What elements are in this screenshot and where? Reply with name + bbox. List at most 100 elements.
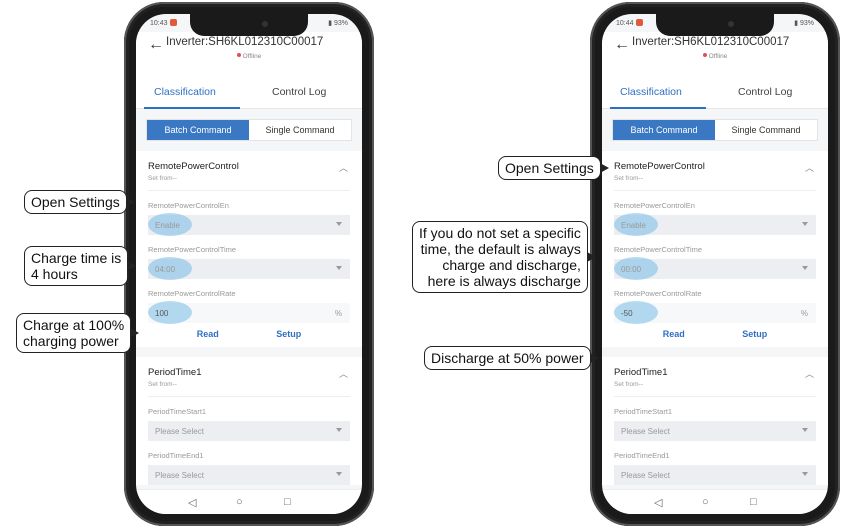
- notification-icon: [635, 19, 643, 26]
- page-title: Inverter:SH6KL012310C00017: [166, 36, 324, 48]
- dropdown-arrow-icon: [336, 266, 342, 270]
- setup-button[interactable]: Setup: [276, 329, 301, 339]
- select-value: Please Select: [621, 471, 670, 480]
- tab-bar: Classification Control Log: [602, 80, 828, 109]
- status-time: 10:44: [616, 19, 643, 27]
- phone-screen: 10:43 ▮ 93% ← Inverter:SH6KL012310C00017…: [136, 14, 362, 514]
- read-button[interactable]: Read: [197, 329, 219, 339]
- field-label: PeriodTimeStart1: [148, 407, 207, 416]
- battery-indicator: ▮ 93%: [328, 20, 348, 27]
- dropdown-arrow-icon: [802, 222, 808, 226]
- select-value: 04:00: [155, 265, 176, 274]
- nav-home-icon[interactable]: ○: [236, 496, 243, 508]
- set-from-label: Set from--: [148, 381, 350, 397]
- page-header: ← Inverter:SH6KL012310C00017 Offline: [602, 32, 828, 80]
- select-value: Enable: [155, 221, 180, 230]
- time-select[interactable]: 00:00: [614, 257, 816, 280]
- rate-input[interactable]: -50%: [614, 301, 816, 324]
- setup-button[interactable]: Setup: [742, 329, 767, 339]
- command-segment: Batch Command Single Command: [146, 119, 352, 141]
- callout-default-time: If you do not set a specific time, the d…: [412, 221, 596, 293]
- phone-right: 10:44 ▮ 93% ← Inverter:SH6KL012310C00017…: [590, 2, 840, 526]
- camera-icon: [262, 21, 268, 27]
- single-command-button[interactable]: Single Command: [249, 120, 351, 140]
- time-select[interactable]: 04:00: [148, 257, 350, 280]
- select-value: 00:00: [621, 265, 642, 274]
- dropdown-arrow-icon: [802, 266, 808, 270]
- input-value: -50: [621, 309, 633, 318]
- remote-power-card: RemotePowerControl ︿ Set from-- RemotePo…: [136, 151, 362, 347]
- chevron-up-icon[interactable]: ︿: [339, 161, 348, 174]
- batch-command-button[interactable]: Batch Command: [147, 120, 249, 140]
- rate-input[interactable]: 100%: [148, 301, 350, 324]
- page-title: Inverter:SH6KL012310C00017: [632, 36, 790, 48]
- enable-select[interactable]: Enable: [614, 213, 816, 236]
- tab-control-log[interactable]: Control Log: [738, 86, 792, 98]
- chevron-up-icon[interactable]: ︿: [805, 367, 814, 380]
- field-label: PeriodTimeEnd1: [148, 451, 204, 460]
- offline-dot-icon: [236, 53, 241, 57]
- nav-recent-icon[interactable]: □: [284, 496, 291, 508]
- chevron-up-icon[interactable]: ︿: [339, 367, 348, 380]
- select-value: Please Select: [155, 427, 204, 436]
- unit-label: %: [334, 309, 342, 318]
- nav-back-icon[interactable]: ◁: [654, 496, 662, 509]
- tab-underline: [610, 107, 706, 109]
- notification-icon: [169, 19, 177, 26]
- field-label: PeriodTimeEnd1: [614, 451, 670, 460]
- callout-charge-time: Charge time is 4 hours: [24, 246, 137, 286]
- card-title: PeriodTime1: [148, 367, 202, 378]
- dropdown-arrow-icon: [802, 472, 808, 476]
- input-value: 100: [155, 309, 169, 318]
- period-start-select[interactable]: Please Select: [614, 421, 816, 441]
- status-time: 10:43: [150, 19, 177, 27]
- page-header: ← Inverter:SH6KL012310C00017 Offline: [136, 32, 362, 80]
- nav-back-icon[interactable]: ◁: [188, 496, 196, 509]
- card-actions: Read Setup: [614, 323, 816, 347]
- notch: [190, 14, 308, 36]
- chevron-up-icon[interactable]: ︿: [805, 161, 814, 174]
- field-label: RemotePowerControlEn: [614, 201, 695, 210]
- command-segment: Batch Command Single Command: [612, 119, 818, 141]
- callout-open-settings-right: Open Settings: [498, 156, 609, 180]
- android-nav-bar: ◁ ○ □: [136, 489, 362, 514]
- period-start-select[interactable]: Please Select: [148, 421, 350, 441]
- single-command-button[interactable]: Single Command: [715, 120, 817, 140]
- batch-command-button[interactable]: Batch Command: [613, 120, 715, 140]
- nav-home-icon[interactable]: ○: [702, 496, 709, 508]
- status-badge: Offline: [136, 53, 362, 60]
- back-arrow-icon[interactable]: ←: [148, 36, 164, 54]
- select-value: Please Select: [155, 471, 204, 480]
- remote-power-card: RemotePowerControl ︿ Set from-- RemotePo…: [602, 151, 828, 347]
- nav-recent-icon[interactable]: □: [750, 496, 757, 508]
- tab-underline: [144, 107, 240, 109]
- callout-charge-power: Charge at 100% charging power: [16, 313, 140, 353]
- tab-classification[interactable]: Classification: [154, 86, 216, 98]
- read-button[interactable]: Read: [663, 329, 685, 339]
- callout-open-settings-left: Open Settings: [24, 190, 135, 214]
- card-actions: Read Setup: [148, 323, 350, 347]
- back-arrow-icon[interactable]: ←: [614, 36, 630, 54]
- card-title: RemotePowerControl: [614, 161, 705, 172]
- period-time-card: PeriodTime1 ︿ Set from-- PeriodTimeStart…: [136, 357, 362, 485]
- period-end-select[interactable]: Please Select: [148, 465, 350, 485]
- tab-control-log[interactable]: Control Log: [272, 86, 326, 98]
- card-title: RemotePowerControl: [148, 161, 239, 172]
- tab-classification[interactable]: Classification: [620, 86, 682, 98]
- enable-select[interactable]: Enable: [148, 213, 350, 236]
- dropdown-arrow-icon: [336, 222, 342, 226]
- camera-icon: [728, 21, 734, 27]
- dropdown-arrow-icon: [336, 472, 342, 476]
- phone-left: 10:43 ▮ 93% ← Inverter:SH6KL012310C00017…: [124, 2, 374, 526]
- card-title: PeriodTime1: [614, 367, 668, 378]
- phone-screen: 10:44 ▮ 93% ← Inverter:SH6KL012310C00017…: [602, 14, 828, 514]
- field-label: RemotePowerControlRate: [148, 289, 236, 298]
- period-end-select[interactable]: Please Select: [614, 465, 816, 485]
- notch: [656, 14, 774, 36]
- dropdown-arrow-icon: [336, 428, 342, 432]
- set-from-label: Set from--: [614, 175, 816, 191]
- battery-indicator: ▮ 93%: [794, 20, 814, 27]
- callout-discharge-power: Discharge at 50% power: [424, 346, 599, 370]
- set-from-label: Set from--: [148, 175, 350, 191]
- field-label: RemotePowerControlEn: [148, 201, 229, 210]
